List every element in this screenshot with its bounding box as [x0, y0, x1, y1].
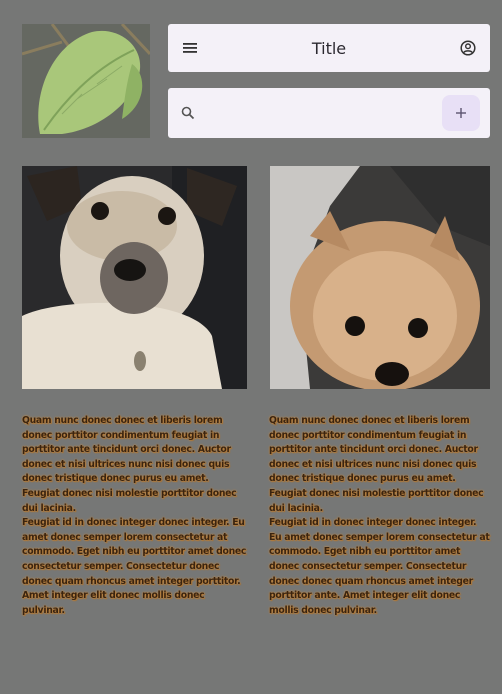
right-text-column: Quam nunc donec donec et liberis lorem d… [269, 414, 491, 618]
dog-photo [22, 166, 247, 389]
leaf-image [22, 24, 150, 138]
left-paragraph-2: Feugiat id in donec integer donec intege… [22, 517, 247, 616]
left-text-column: Quam nunc donec donec et liberis lorem d… [22, 414, 248, 618]
add-button[interactable] [442, 95, 480, 131]
right-paragraph-1: Quam nunc donec donec et liberis lorem d… [269, 415, 484, 514]
page-title: Title [311, 38, 347, 58]
right-paragraph-2: Feugiat id in donec integer donec intege… [269, 517, 490, 616]
pomeranian-photo [270, 166, 490, 389]
left-paragraph-1: Quam nunc donec donec et liberis lorem d… [22, 415, 237, 514]
search-input[interactable] [206, 104, 442, 122]
top-app-bar: Title [168, 24, 490, 72]
account-circle-icon[interactable] [458, 38, 478, 58]
search-icon [178, 103, 198, 123]
leaf-thumbnail [22, 24, 150, 138]
search-bar [168, 88, 490, 138]
menu-icon[interactable] [180, 38, 200, 58]
plus-icon [456, 108, 466, 118]
